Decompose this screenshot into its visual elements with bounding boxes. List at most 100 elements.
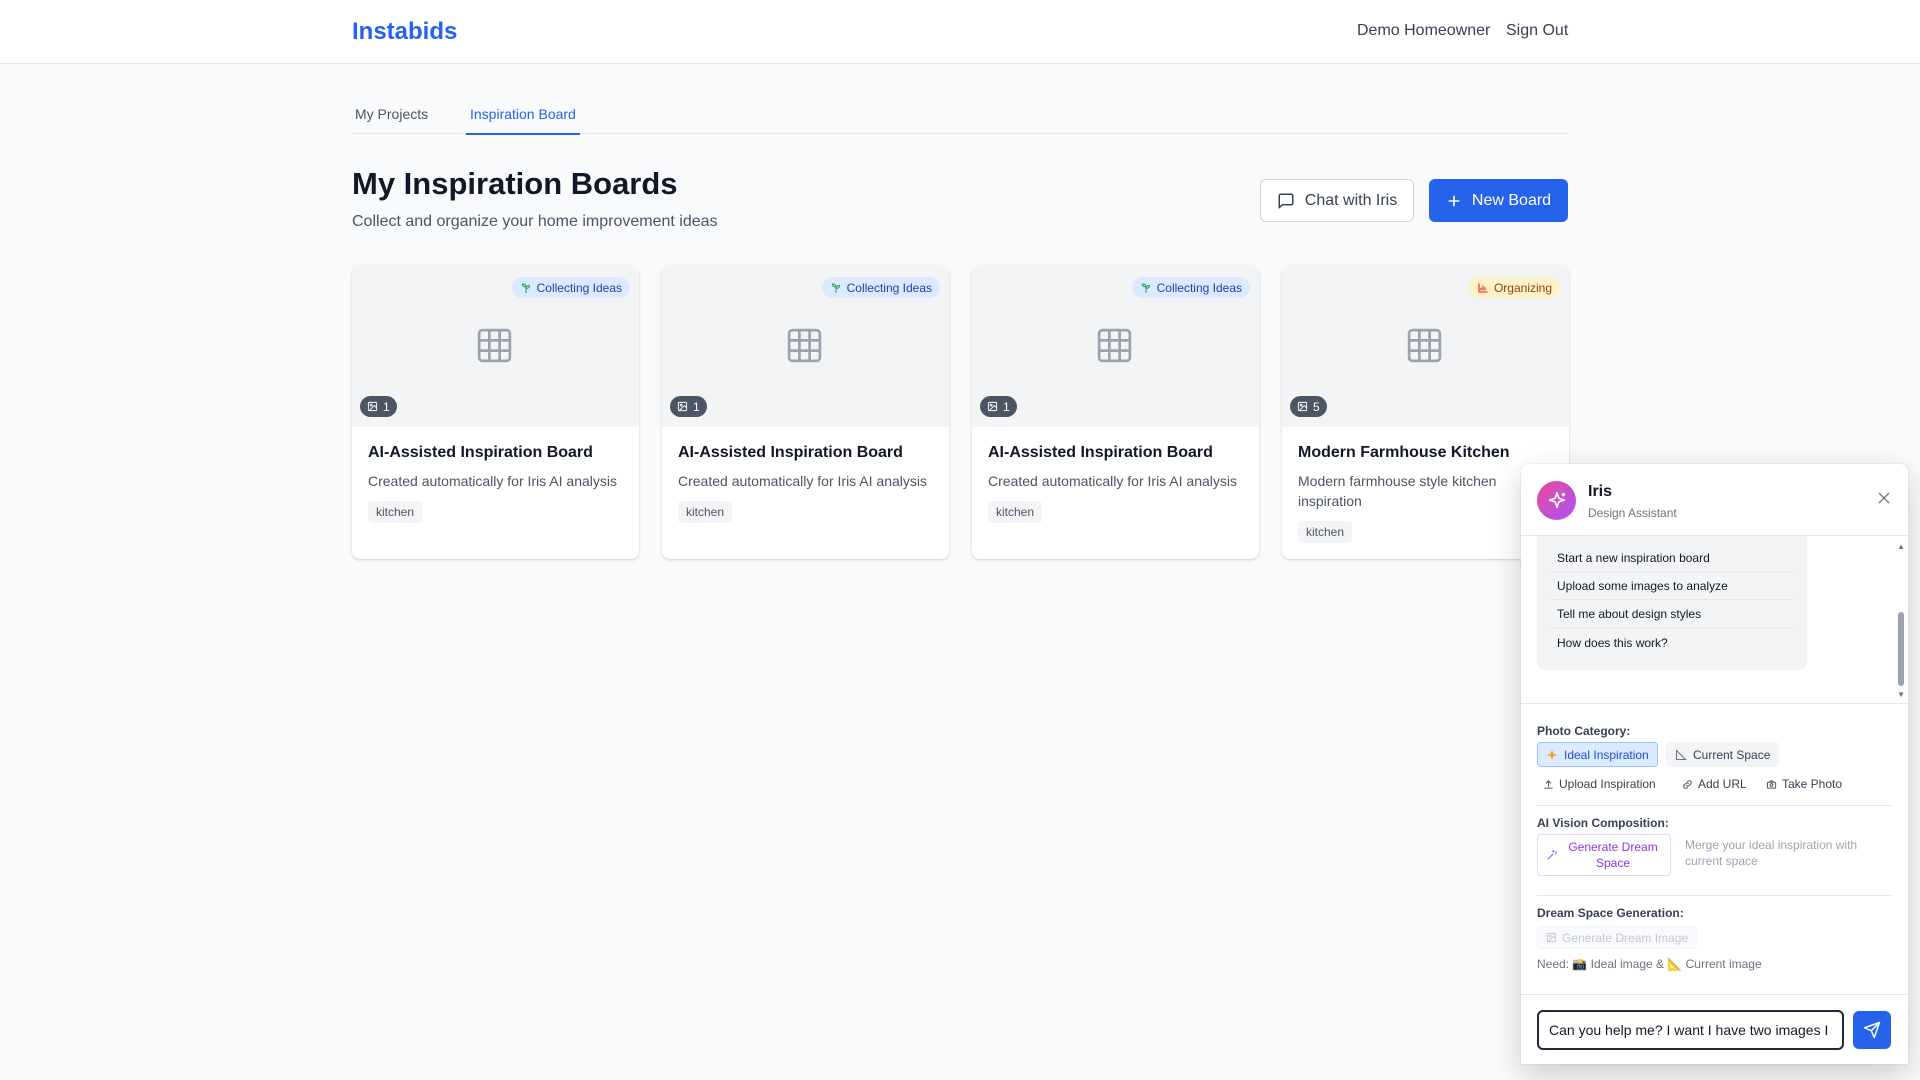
image-icon [1297, 401, 1308, 412]
image-icon [677, 401, 688, 412]
board-title: AI-Assisted Inspiration Board [678, 444, 903, 461]
image-icon [1546, 932, 1557, 943]
status-badge-label: Organizing [1493, 280, 1552, 295]
upload-inspiration-label: Upload Inspiration [1559, 777, 1656, 791]
grid-icon [787, 328, 822, 363]
grid-icon [477, 328, 512, 363]
suggestion-item[interactable]: Upload some images to analyze [1549, 573, 1795, 600]
grid-icon [1407, 328, 1442, 363]
chat-with-iris-button[interactable]: Chat with Iris [1260, 179, 1414, 222]
image-icon [987, 401, 998, 412]
board-tag: kitchen [678, 501, 733, 523]
wand-icon [1547, 850, 1557, 860]
board-card[interactable]: Collecting Ideas 1 AI-Assisted Inspirati… [352, 266, 639, 559]
status-badge: Collecting Ideas [1131, 277, 1250, 298]
image-count-badge: 1 [670, 396, 707, 417]
suggestion-item[interactable]: How does this work? [1549, 629, 1795, 656]
send-icon [1863, 1021, 1881, 1039]
triangle-ruler-icon [1676, 748, 1687, 760]
new-board-label: New Board [1471, 191, 1552, 209]
scroll-down-arrow[interactable]: ▼ [1897, 690, 1905, 699]
sprout-icon [831, 282, 840, 293]
generate-dream-image-button[interactable]: Generate Dream Image [1537, 926, 1698, 949]
message-list[interactable]: Start a new inspiration board Upload som… [1521, 536, 1908, 704]
board-description: Modern farmhouse style kitchen inspirati… [1298, 473, 1497, 509]
upload-inspiration-button[interactable]: Upload Inspiration [1543, 774, 1656, 794]
merge-note: Merge your ideal inspiration with curren… [1685, 838, 1858, 868]
board-title: AI-Assisted Inspiration Board [368, 444, 593, 461]
board-tag: kitchen [988, 501, 1043, 523]
close-icon[interactable] [1876, 490, 1892, 506]
camera-icon [1766, 779, 1777, 789]
generate-dream-space-label: Generate Dream Space [1568, 840, 1658, 870]
add-url-label: Add URL [1698, 777, 1747, 791]
board-thumbnail: Collecting Ideas 1 [662, 266, 949, 427]
iris-controls: Photo Category: Ideal Inspiration Curren… [1521, 704, 1908, 994]
brand-logo[interactable]: Instabids [352, 18, 457, 46]
board-title: Modern Farmhouse Kitchen [1298, 444, 1510, 461]
image-count: 1 [693, 399, 700, 414]
divider [1537, 895, 1892, 896]
add-url-button[interactable]: Add URL [1682, 774, 1747, 794]
user-name: Demo Homeowner [1357, 22, 1491, 39]
image-count: 1 [383, 399, 390, 414]
ideal-inspiration-label: Ideal Inspiration [1564, 747, 1649, 762]
divider [1537, 805, 1892, 806]
status-badge: Collecting Ideas [821, 277, 940, 298]
generate-dream-image-label: Generate Dream Image [1562, 930, 1689, 945]
image-count: 1 [1003, 399, 1010, 414]
image-icon [367, 401, 378, 412]
take-photo-label: Take Photo [1782, 777, 1843, 791]
iris-chat-panel: Iris Design Assistant Start a new inspir… [1521, 464, 1908, 1064]
suggestion-item[interactable]: Tell me about design styles [1549, 601, 1795, 628]
message-input[interactable] [1537, 1010, 1844, 1050]
suggestion-list: Start a new inspiration board Upload som… [1537, 536, 1807, 670]
ideal-inspiration-toggle[interactable]: Ideal Inspiration [1537, 742, 1658, 767]
image-count-badge: 1 [980, 396, 1017, 417]
status-badge: Collecting Ideas [511, 277, 630, 298]
board-card[interactable]: Collecting Ideas 1 AI-Assisted Inspirati… [972, 266, 1259, 559]
sign-out-link[interactable]: Sign Out [1506, 22, 1568, 40]
board-description: Created automatically for Iris AI analys… [678, 473, 927, 489]
image-count-badge: 5 [1290, 396, 1327, 417]
dream-generation-label: Dream Space Generation: [1537, 906, 1684, 920]
plus-icon [1448, 195, 1460, 206]
assistant-role: Design Assistant [1588, 506, 1677, 520]
take-photo-button[interactable]: Take Photo [1766, 774, 1842, 794]
sparkles-icon [1548, 491, 1565, 508]
photo-category-label: Photo Category: [1537, 724, 1631, 738]
board-thumbnail: Organizing 5 [1282, 266, 1569, 427]
send-button[interactable] [1853, 1011, 1891, 1049]
scrollbar-thumb[interactable] [1898, 612, 1904, 686]
board-card[interactable]: Collecting Ideas 1 AI-Assisted Inspirati… [662, 266, 949, 559]
generate-dream-space-button[interactable]: Generate Dream Space [1537, 834, 1671, 876]
tab-inspiration-board[interactable]: Inspiration Board [466, 106, 580, 135]
suggestion-item[interactable]: Start a new inspiration board [1549, 545, 1795, 572]
status-badge-label: Collecting Ideas [536, 280, 622, 295]
message-composer [1521, 994, 1908, 1064]
sparkles-icon [1547, 749, 1557, 760]
assistant-name: Iris [1588, 483, 1613, 500]
tab-bar: My Projects Inspiration Board [351, 96, 1568, 135]
new-board-button[interactable]: New Board [1429, 179, 1568, 222]
ai-vision-label: AI Vision Composition: [1537, 816, 1669, 830]
page-title: My Inspiration Boards [352, 166, 678, 201]
top-navbar: Instabids Demo Homeowner Sign Out [0, 0, 1920, 64]
chat-with-iris-label: Chat with Iris [1304, 191, 1398, 209]
link-icon [1683, 779, 1692, 789]
image-count: 5 [1313, 399, 1320, 414]
status-badge-label: Collecting Ideas [1156, 280, 1242, 295]
upload-icon [1544, 779, 1553, 789]
board-description: Created automatically for Iris AI analys… [988, 473, 1237, 489]
sprout-icon [521, 282, 530, 293]
board-title: AI-Assisted Inspiration Board [988, 444, 1213, 461]
scroll-up-arrow[interactable]: ▲ [1897, 542, 1905, 551]
current-space-toggle[interactable]: Current Space [1666, 742, 1780, 767]
image-count-badge: 1 [360, 396, 397, 417]
tab-my-projects[interactable]: My Projects [351, 106, 432, 133]
status-badge-label: Collecting Ideas [846, 280, 932, 295]
avatar [1537, 481, 1576, 520]
page-subtitle: Collect and organize your home improveme… [352, 213, 718, 230]
board-description: Created automatically for Iris AI analys… [368, 473, 617, 489]
requirements-note: Need: 📸 Ideal image & 📐 Current image [1537, 957, 1762, 971]
